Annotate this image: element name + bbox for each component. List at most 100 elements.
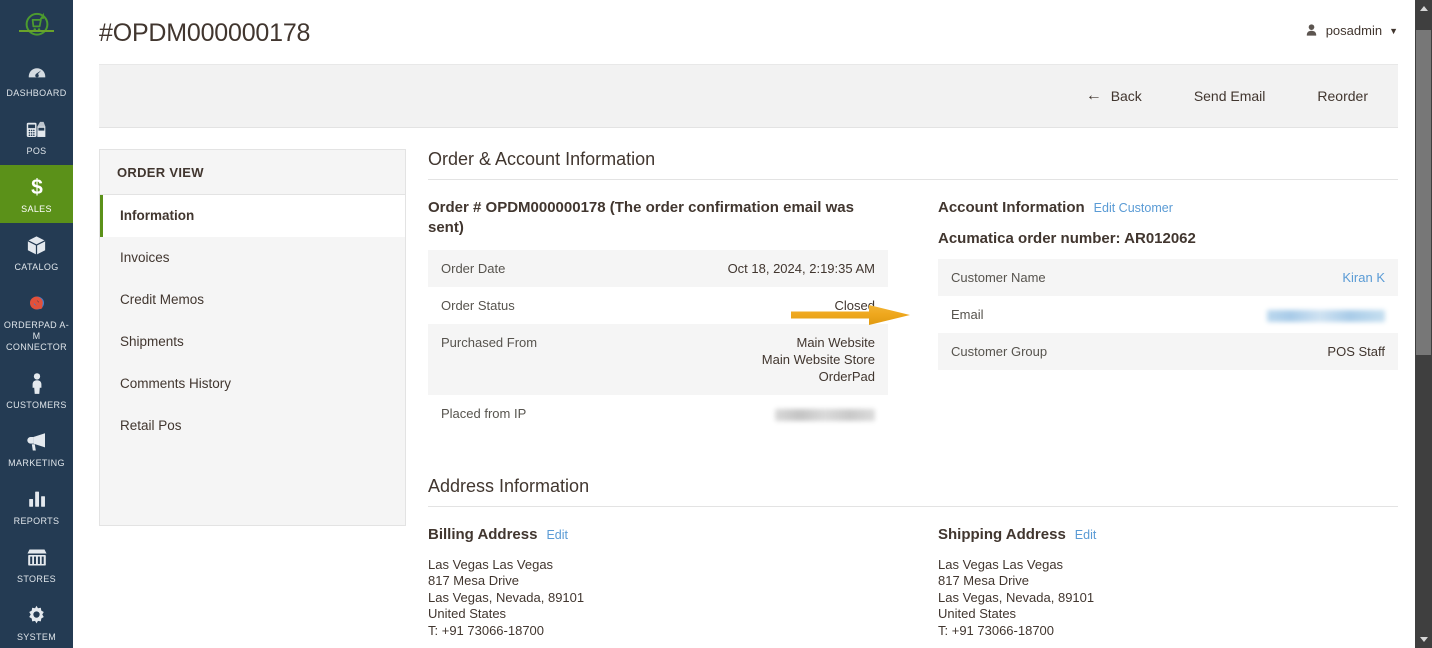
billing-address-lines: Las Vegas Las Vegas 817 Mesa Drive Las V… (428, 557, 888, 639)
table-row: Order Date Oct 18, 2024, 2:19:35 AM (428, 250, 888, 287)
storefront-icon (25, 544, 49, 570)
admin-page: DASHBOARD POS $ SALES CATALOG ORDERPAD A… (0, 0, 1432, 648)
purchased-from-store: Main Website Store (761, 352, 875, 367)
address-line: United States (938, 606, 1017, 622)
row-label: Order Date (428, 250, 668, 287)
sidebar-item-pos[interactable]: POS (0, 107, 73, 165)
pos-terminal-icon (25, 116, 48, 142)
main-content: #OPDM000000178 posadmin ▼ ← Back Send Em… (73, 0, 1432, 648)
page-actions-bar: ← Back Send Email Reorder (99, 64, 1398, 128)
row-value-customer-group: POS Staff (1177, 333, 1398, 370)
acumatica-order-number: Acumatica order number: AR012062 (938, 230, 1196, 247)
admin-user-name: posadmin (1325, 23, 1383, 38)
send-email-button[interactable]: Send Email (1168, 80, 1292, 112)
shipping-address-heading-row: Shipping Address Edit (938, 525, 1398, 545)
table-row: Customer Group POS Staff (938, 333, 1398, 370)
sidebar-item-label: ORDERPAD A-M CONNECTOR (3, 320, 70, 352)
address-line: United States (428, 606, 507, 622)
scroll-down-arrow-icon[interactable] (1415, 631, 1432, 648)
sidebar-item-system[interactable]: SYSTEM (0, 593, 73, 648)
order-information-table: Order Date Oct 18, 2024, 2:19:35 AM Orde… (428, 250, 888, 432)
row-value-placed-from-ip (667, 395, 888, 432)
sidebar-item-label: CATALOG (14, 262, 59, 272)
sidebar-item-catalog[interactable]: CATALOG (0, 223, 73, 281)
admin-user-menu[interactable]: posadmin ▼ (1304, 16, 1398, 38)
order-view-item-information[interactable]: Information (100, 195, 405, 237)
edit-billing-address-link[interactable]: Edit (546, 525, 568, 545)
sidebar-item-stores[interactable]: STORES (0, 535, 73, 593)
row-value-order-date: Oct 18, 2024, 2:19:35 AM (667, 250, 888, 287)
redacted-email-value (1267, 309, 1385, 322)
chevron-down-icon: ▼ (1389, 25, 1398, 36)
magento-logo[interactable] (0, 8, 73, 38)
table-row: Order Status Closed (428, 287, 888, 324)
order-view-item-credit-memos[interactable]: Credit Memos (100, 279, 405, 321)
address-section: Address Information Billing Address Edit… (428, 476, 1398, 639)
account-heading-row: Account Information Edit Customer (938, 198, 1398, 218)
sidebar-item-dashboard[interactable]: DASHBOARD (0, 49, 73, 107)
back-button-label: Back (1110, 88, 1142, 104)
order-view-item-comments-history[interactable]: Comments History (100, 363, 405, 405)
sidebar-item-label: CUSTOMERS (6, 400, 67, 410)
address-line: Las Vegas, Nevada, 89101 (938, 589, 1095, 605)
address-phone: T: +91 73066-18700 (938, 622, 1055, 638)
order-view-list: Information Invoices Credit Memos Shipme… (100, 195, 405, 447)
row-value-email (1177, 296, 1398, 333)
row-value-order-status: Closed (667, 287, 888, 324)
order-view-item-invoices[interactable]: Invoices (100, 237, 405, 279)
gear-icon (25, 602, 48, 628)
svg-text:$: $ (31, 176, 43, 199)
dollar-sign-icon: $ (27, 174, 47, 200)
row-label: Customer Group (938, 333, 1178, 370)
billing-address-heading-row: Billing Address Edit (428, 525, 888, 545)
reorder-button[interactable]: Reorder (1291, 80, 1394, 112)
account-heading: Account Information (938, 199, 1085, 216)
megaphone-icon (25, 428, 49, 454)
scroll-up-arrow-icon[interactable] (1415, 0, 1432, 17)
order-view-item-retail-pos[interactable]: Retail Pos (100, 405, 405, 447)
person-icon (28, 370, 46, 396)
redacted-ip-value (775, 408, 875, 421)
address-section-title: Address Information (428, 476, 1398, 507)
row-label: Order Status (428, 287, 668, 324)
scroll-thumb[interactable] (1416, 30, 1431, 355)
order-view-item-shipments[interactable]: Shipments (100, 321, 405, 363)
bar-chart-icon (26, 486, 48, 512)
address-line: Las Vegas Las Vegas (428, 557, 554, 572)
sidebar-nav: DASHBOARD POS $ SALES CATALOG ORDERPAD A… (0, 0, 73, 648)
row-label: Purchased From (428, 324, 668, 395)
sidebar-item-label: DASHBOARD (6, 88, 67, 98)
sidebar-item-label: POS (26, 146, 47, 156)
edit-customer-link[interactable]: Edit Customer (1094, 198, 1173, 218)
table-row: Purchased From Main Website Main Website… (428, 324, 888, 395)
address-columns: Billing Address Edit Las Vegas Las Vegas… (428, 525, 1398, 639)
order-account-section-title: Order & Account Information (428, 149, 1398, 180)
box-icon (25, 232, 48, 258)
infinity-link-icon (24, 290, 50, 316)
address-line: 817 Mesa Drive (938, 573, 1030, 589)
account-information-table: Customer Name Kiran K Email Customer Gro… (938, 259, 1398, 370)
shipping-address-lines: Las Vegas Las Vegas 817 Mesa Drive Las V… (938, 557, 1398, 639)
order-heading: Order # OPDM000000178 (The order confirm… (428, 199, 854, 236)
address-line: Las Vegas, Nevada, 89101 (428, 589, 585, 605)
sidebar-item-customers[interactable]: CUSTOMERS (0, 361, 73, 419)
order-detail: Order & Account Information Order # OPDM… (428, 149, 1398, 639)
billing-address-column: Billing Address Edit Las Vegas Las Vegas… (428, 525, 888, 639)
order-view-panel: ORDER VIEW Information Invoices Credit M… (99, 149, 406, 526)
content-area: ORDER VIEW Information Invoices Credit M… (73, 128, 1432, 639)
table-row: Customer Name Kiran K (938, 259, 1398, 296)
sidebar-item-label: MARKETING (8, 458, 65, 468)
customer-name-link[interactable]: Kiran K (1342, 270, 1385, 285)
sidebar-item-reports[interactable]: REPORTS (0, 477, 73, 535)
sidebar-item-label: STORES (17, 574, 56, 584)
purchased-from-website: Main Website (796, 335, 875, 350)
sidebar-item-sales[interactable]: $ SALES (0, 165, 73, 223)
magento-cart-logo-icon (25, 12, 48, 36)
vertical-scrollbar[interactable] (1415, 0, 1432, 648)
edit-shipping-address-link[interactable]: Edit (1075, 525, 1097, 545)
sidebar-item-marketing[interactable]: MARKETING (0, 419, 73, 477)
purchased-from-view: OrderPad (818, 369, 875, 384)
sidebar-item-orderpad-connector[interactable]: ORDERPAD A-M CONNECTOR (0, 281, 73, 361)
back-button[interactable]: ← Back (1060, 80, 1168, 112)
sidebar-item-label: REPORTS (13, 516, 60, 526)
